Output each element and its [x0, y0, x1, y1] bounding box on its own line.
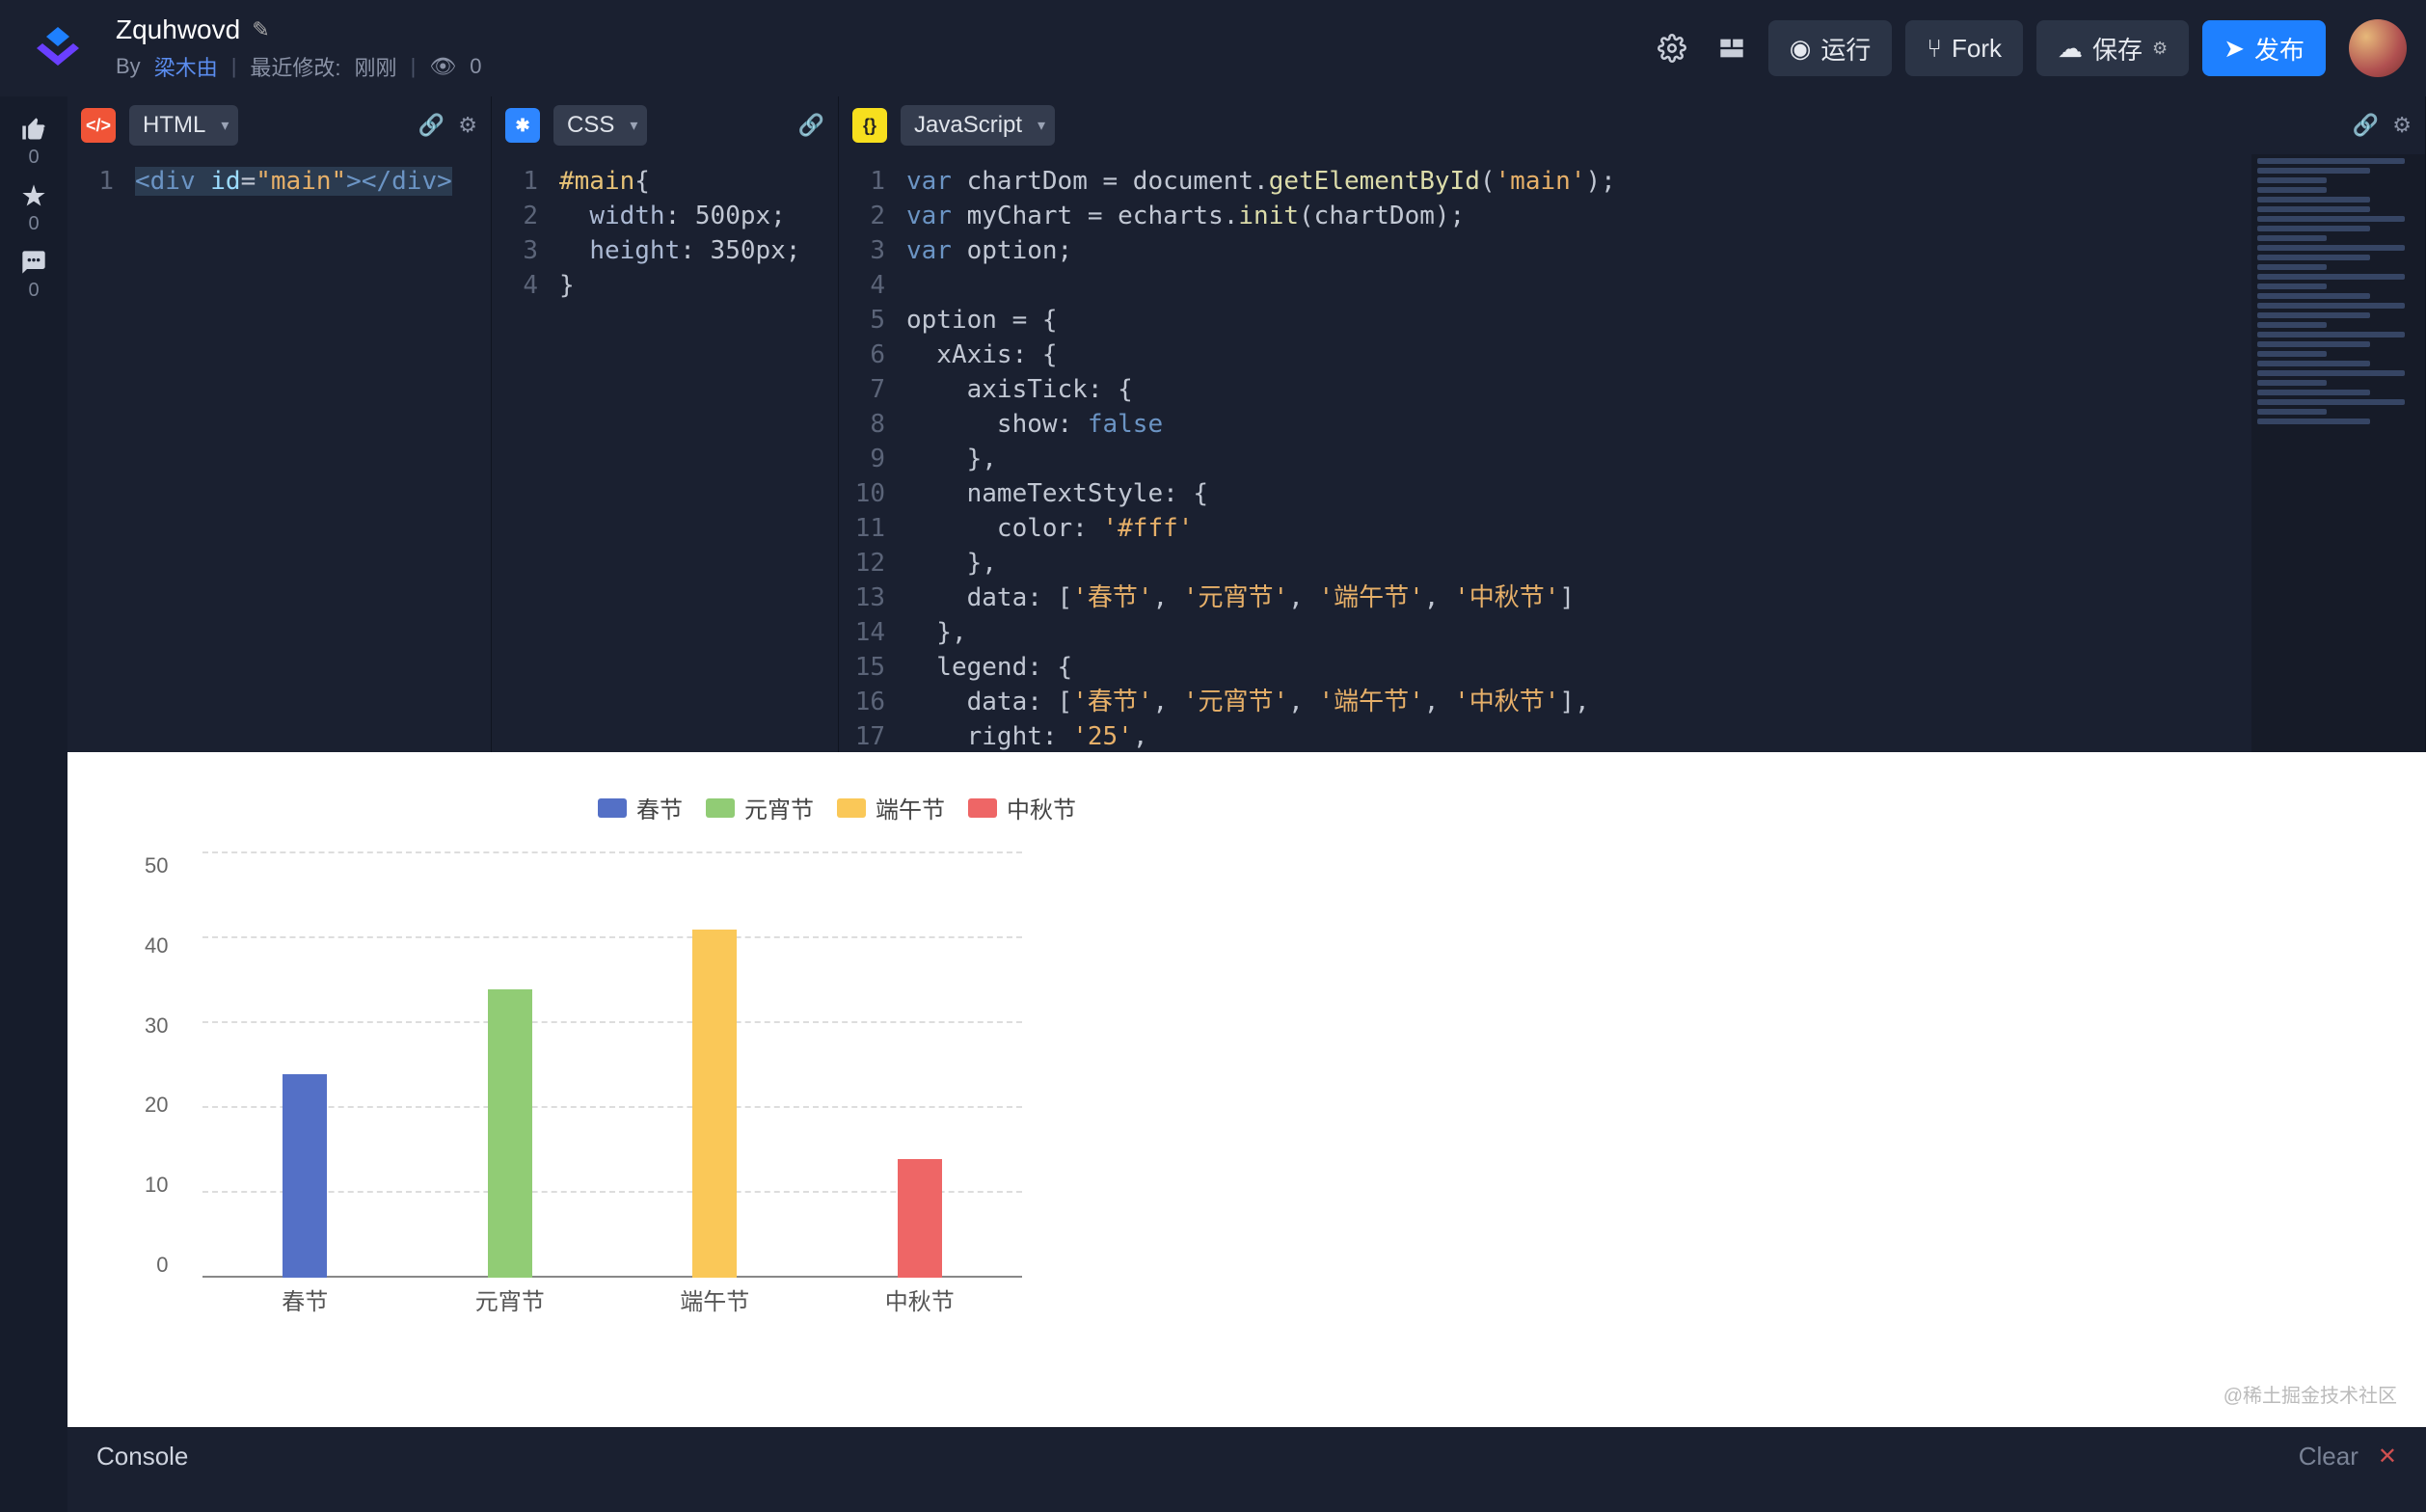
edit-title-icon[interactable]: ✎ [252, 17, 269, 42]
gear-icon[interactable]: ⚙ [458, 113, 477, 138]
run-label: 运行 [1820, 31, 1871, 67]
css-panel: ✱ CSS ▾ 🔗 1234 #main{ width: 500px; heig… [492, 96, 839, 752]
legend-swatch [598, 798, 627, 818]
chevron-down-icon: ▾ [630, 116, 637, 135]
html-icon: </> [81, 108, 116, 143]
x-axis-label: 春节 [202, 1282, 408, 1316]
avatar[interactable] [2349, 19, 2407, 77]
x-axis-label: 中秋节 [818, 1282, 1023, 1316]
x-axis-label: 端午节 [612, 1282, 818, 1316]
comment-button[interactable]: 0 [20, 249, 47, 302]
eye-icon: 👁 [429, 54, 456, 79]
project-title: Zquhwovd [116, 14, 240, 45]
legend-item[interactable]: 春节 [598, 791, 683, 824]
like-count: 0 [28, 147, 39, 169]
js-editor[interactable]: 1234567891011121314151617 var chartDom =… [839, 154, 2425, 752]
console-bar[interactable]: Console Clear ✕ [67, 1427, 2426, 1485]
fork-label: Fork [1952, 34, 2002, 64]
save-settings-icon[interactable]: ⚙ [2152, 39, 2168, 59]
settings-icon[interactable] [1649, 25, 1695, 71]
run-button[interactable]: ◉ 运行 [1768, 20, 1893, 76]
legend-swatch [968, 798, 997, 818]
console-clear-button[interactable]: Clear [2299, 1442, 2359, 1472]
last-modified-label: 最近修改: [250, 51, 340, 82]
legend-item[interactable]: 元宵节 [706, 791, 814, 824]
chart-legend[interactable]: 春节 元宵节 端午节 中秋节 [598, 791, 2397, 824]
play-icon: ◉ [1790, 34, 1812, 64]
css-lang-select[interactable]: CSS ▾ [553, 105, 647, 146]
legend-item[interactable]: 端午节 [837, 791, 945, 824]
star-button[interactable]: 0 [20, 182, 47, 235]
js-panel: {} JavaScript ▾ 🔗 ⚙ 12345678910111213141… [839, 96, 2426, 752]
bar[interactable] [283, 1074, 327, 1278]
console-label: Console [96, 1442, 188, 1472]
fork-button[interactable]: ⑂ Fork [1905, 20, 2023, 76]
title-block: Zquhwovd ✎ By 梁木由 | 最近修改: 刚刚 | 👁 0 [116, 14, 481, 82]
by-label: By [116, 54, 141, 79]
views-count: 0 [470, 54, 481, 79]
top-bar: Zquhwovd ✎ By 梁木由 | 最近修改: 刚刚 | 👁 0 ◉ 运行 … [0, 0, 2426, 96]
save-button[interactable]: ☁ 保存 ⚙ [2036, 20, 2189, 76]
watermark: @稀土掘金技术社区 [2224, 1380, 2397, 1408]
like-button[interactable]: 0 [20, 116, 47, 169]
bar[interactable] [488, 989, 532, 1278]
html-editor[interactable]: 1 <div id="main"></div> [67, 154, 491, 752]
publish-button[interactable]: ➤ 发布 [2202, 20, 2326, 76]
layout-icon[interactable] [1709, 25, 1755, 71]
link-icon[interactable]: 🔗 [798, 113, 824, 138]
bar-chart: 50403020100 春节元宵节端午节中秋节 [154, 853, 1022, 1316]
css-icon: ✱ [505, 108, 540, 143]
bar[interactable] [692, 930, 737, 1278]
comment-count: 0 [28, 280, 39, 302]
css-lang-label: CSS [567, 112, 614, 139]
legend-label: 端午节 [876, 791, 945, 824]
chevron-down-icon: ▾ [1038, 116, 1045, 135]
gear-icon[interactable]: ⚙ [2392, 113, 2412, 138]
send-icon: ➤ [2224, 34, 2245, 64]
top-actions: ◉ 运行 ⑂ Fork ☁ 保存 ⚙ ➤ 发布 [1649, 19, 2407, 77]
minimap[interactable] [2251, 154, 2425, 752]
left-rail: 0 0 0 [0, 96, 67, 1512]
js-lang-label: JavaScript [914, 112, 1022, 139]
js-icon: {} [852, 108, 887, 143]
fork-icon: ⑂ [1927, 34, 1942, 64]
cloud-icon: ☁ [2058, 34, 2083, 64]
logo[interactable] [19, 19, 96, 77]
x-axis-label: 元宵节 [408, 1282, 613, 1316]
publish-label: 发布 [2254, 31, 2305, 67]
editor-panels: </> HTML ▾ 🔗 ⚙ 1 <div id="main"></div> [67, 96, 2426, 752]
legend-label: 元宵节 [744, 791, 814, 824]
js-lang-select[interactable]: JavaScript ▾ [901, 105, 1055, 146]
legend-swatch [706, 798, 735, 818]
star-count: 0 [28, 213, 39, 235]
legend-label: 中秋节 [1007, 791, 1076, 824]
save-label: 保存 [2092, 31, 2143, 67]
html-panel: </> HTML ▾ 🔗 ⚙ 1 <div id="main"></div> [67, 96, 492, 752]
close-icon[interactable]: ✕ [2378, 1443, 2397, 1471]
preview-pane: 春节元宵节端午节中秋节 50403020100 春节元宵节端午节中秋节 @稀土掘… [67, 752, 2426, 1427]
css-editor[interactable]: 1234 #main{ width: 500px; height: 350px;… [492, 154, 838, 752]
chevron-down-icon: ▾ [221, 116, 229, 135]
legend-label: 春节 [636, 791, 683, 824]
html-lang-label: HTML [143, 112, 205, 139]
legend-item[interactable]: 中秋节 [968, 791, 1076, 824]
last-modified-value: 刚刚 [355, 51, 397, 82]
author-link[interactable]: 梁木由 [154, 51, 218, 82]
legend-swatch [837, 798, 866, 818]
link-icon[interactable]: 🔗 [2353, 113, 2379, 138]
html-lang-select[interactable]: HTML ▾ [129, 105, 238, 146]
bar[interactable] [898, 1159, 942, 1278]
link-icon[interactable]: 🔗 [418, 113, 445, 138]
